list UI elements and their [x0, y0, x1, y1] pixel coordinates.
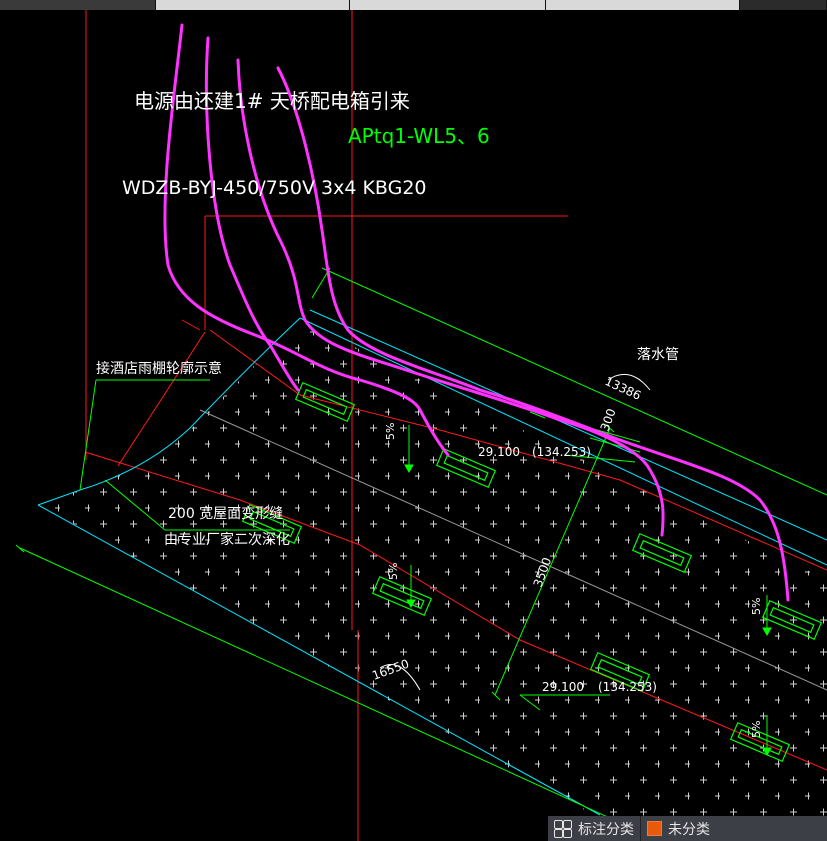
- cad-drawing-canvas[interactable]: 电源由还建1# 天桥配电箱引来 APtq1-WL5、6 WDZB-BYJ-450…: [0, 10, 827, 841]
- elevation-label-1: 29.100: [478, 445, 520, 459]
- document-tab-bar: [0, 0, 827, 10]
- grid-icon: [554, 819, 572, 838]
- unclassified-label: 未分类: [668, 821, 710, 838]
- document-tab-2[interactable]: [156, 0, 350, 10]
- document-tab-1[interactable]: [0, 0, 156, 10]
- joint-note-label-1: 200 宽屋面变形缝: [168, 505, 283, 522]
- document-tab-4[interactable]: [546, 0, 740, 10]
- annotation-status-bar: 标注分类 未分类: [548, 816, 827, 841]
- downpipe-label: 落水管: [637, 347, 679, 363]
- elevation-label-2: 29.100: [542, 680, 584, 694]
- slope-label-3: 5%: [750, 598, 763, 615]
- document-tab-3[interactable]: [350, 0, 546, 10]
- roof-hatch-area: [40, 320, 827, 841]
- circuit-id-label: APtq1-WL5、6: [348, 124, 490, 148]
- dimension-300: 300: [598, 407, 619, 433]
- canopy-note-label: 接酒店雨棚轮廓示意: [96, 360, 222, 377]
- elevation-label-2b: (134.253): [598, 680, 657, 694]
- power-source-label: 电源由还建1# 天桥配电箱引来: [134, 89, 410, 113]
- cable-spec-label: WDZB-BYJ-450/750V 3x4 KBG20: [122, 177, 427, 199]
- unclassified-button[interactable]: 未分类: [641, 816, 716, 841]
- slope-label-2: 5%: [387, 563, 400, 580]
- tab-bar-filler: [740, 0, 827, 10]
- slope-label-4: 5%: [750, 721, 763, 738]
- annotation-category-button[interactable]: 标注分类: [548, 816, 640, 841]
- orange-square-icon: [647, 821, 662, 836]
- slope-label-1: 5%: [384, 423, 397, 440]
- joint-note-label-2: 由专业厂家二次深化: [164, 531, 290, 548]
- annotation-category-label: 标注分类: [578, 821, 634, 838]
- elevation-label-1b: (134.253): [532, 445, 591, 459]
